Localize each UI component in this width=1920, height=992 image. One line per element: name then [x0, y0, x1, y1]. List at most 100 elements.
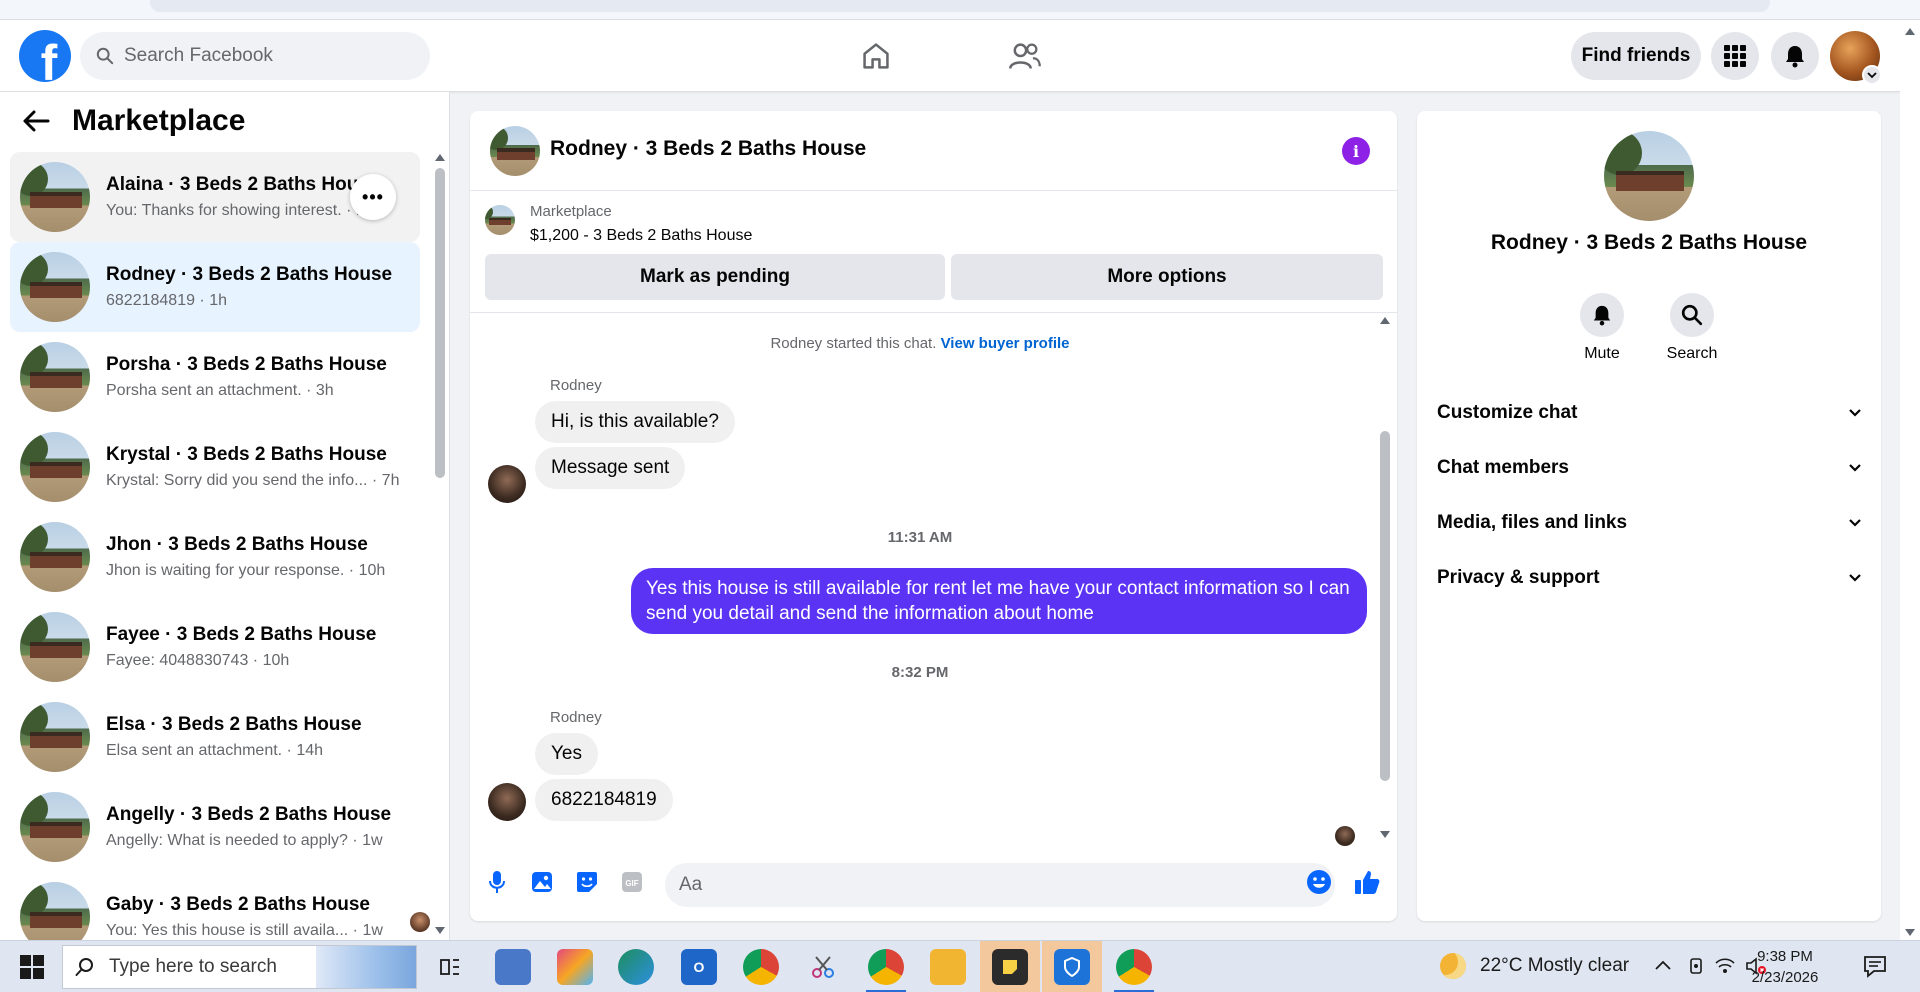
info-icon[interactable]: i — [1342, 137, 1370, 165]
scroll-down-arrow-icon[interactable] — [1380, 831, 1390, 838]
message-input[interactable] — [665, 863, 1335, 907]
listing-price-title[interactable]: $1,200 - 3 Beds 2 Baths House — [530, 227, 752, 245]
conversation-item[interactable]: Krystal · 3 Beds 2 Baths House Krystal: … — [10, 422, 420, 512]
scroll-up-arrow-icon[interactable] — [1380, 317, 1390, 324]
privacy-support-section[interactable]: Privacy & support — [1437, 558, 1861, 598]
listing-thumbnail — [20, 432, 90, 502]
address-bar[interactable] — [150, 0, 1770, 12]
scrollbar-thumb[interactable] — [1380, 431, 1390, 781]
tray-chevron-up-icon[interactable] — [1655, 957, 1671, 975]
taskbar-search[interactable]: Type here to search — [62, 945, 417, 989]
friends-icon[interactable] — [1005, 36, 1045, 76]
snipping-tool-icon[interactable] — [805, 949, 841, 985]
scroll-down-arrow-icon[interactable] — [1905, 929, 1915, 936]
find-friends-button[interactable]: Find friends — [1571, 32, 1701, 80]
conversation-name: Gaby · 3 Beds 2 Baths House — [106, 894, 370, 915]
task-view-icon[interactable] — [432, 949, 468, 985]
conversation-name: Angelly · 3 Beds 2 Baths House — [106, 804, 392, 825]
section-label: Media, files and links — [1437, 512, 1628, 533]
conversation-item[interactable]: Rodney · 3 Beds 2 Baths House 6822184819… — [10, 242, 420, 332]
chat-panel: Rodney · 3 Beds 2 Baths House i Marketpl… — [470, 111, 1397, 921]
gif-icon[interactable]: GIF — [615, 865, 649, 899]
microphone-icon[interactable] — [480, 865, 514, 899]
file-explorer-icon[interactable] — [930, 949, 966, 985]
scroll-down-arrow-icon[interactable] — [435, 927, 445, 934]
mute-button[interactable]: Mute — [1562, 293, 1642, 363]
incoming-message[interactable]: Hi, is this available? — [535, 401, 735, 443]
conversation-name: Fayee · 3 Beds 2 Baths House — [106, 624, 377, 645]
top-bar: f Find friends — [0, 20, 1900, 92]
conversation-name: Jhon · 3 Beds 2 Baths House — [106, 534, 368, 555]
chrome-profile-icon[interactable] — [868, 949, 904, 985]
chat-listing-thumbnail[interactable] — [490, 126, 540, 176]
outlook-app-icon[interactable]: O — [681, 949, 717, 985]
conversation-name: Elsa · 3 Beds 2 Baths House — [106, 714, 362, 735]
copilot-app-icon[interactable] — [557, 949, 593, 985]
conversation-item[interactable]: Jhon · 3 Beds 2 Baths House Jhon is wait… — [10, 512, 420, 602]
conversation-item[interactable]: Elsa · 3 Beds 2 Baths House Elsa sent an… — [10, 692, 420, 782]
conversation-item[interactable]: Fayee · 3 Beds 2 Baths House Fayee: 4048… — [10, 602, 420, 692]
scrollbar-thumb[interactable] — [435, 168, 445, 478]
chat-scrollbar[interactable] — [1378, 313, 1392, 838]
sidebar-scrollbar[interactable] — [434, 154, 446, 934]
emoji-icon[interactable] — [1302, 865, 1336, 899]
search-box[interactable] — [80, 32, 430, 80]
scroll-up-arrow-icon[interactable] — [435, 154, 445, 161]
page-scrollbar[interactable] — [1900, 20, 1920, 940]
chrome-browser-icon[interactable] — [743, 949, 779, 985]
chrome-secondary-icon[interactable] — [1116, 949, 1152, 985]
security-shield-icon[interactable] — [1054, 949, 1090, 985]
media-files-links-section[interactable]: Media, files and links — [1437, 503, 1861, 543]
incoming-message[interactable]: Message sent — [535, 447, 686, 489]
windows-start-icon[interactable] — [20, 955, 44, 979]
sender-name: Rodney — [550, 377, 602, 394]
section-label: Chat members — [1437, 457, 1569, 478]
mark-as-pending-button[interactable]: Mark as pending — [485, 254, 945, 300]
taskbar-clock[interactable]: 9:38 PM 2/23/2026 — [1740, 946, 1830, 988]
section-label: Privacy & support — [1437, 567, 1600, 588]
edge-browser-icon[interactable] — [618, 949, 654, 985]
notification-center-icon[interactable] — [1862, 953, 1888, 979]
conversation-item[interactable]: Porsha · 3 Beds 2 Baths House Porsha sen… — [10, 332, 420, 422]
listing-thumbnail — [20, 702, 90, 772]
search-in-chat-button[interactable]: Search — [1652, 293, 1732, 363]
menu-grid-icon[interactable] — [1711, 32, 1759, 80]
listing-large-thumbnail[interactable] — [1604, 131, 1694, 221]
sender-avatar[interactable] — [488, 783, 526, 821]
conversation-item[interactable]: Alaina · 3 Beds 2 Baths House You: Thank… — [10, 152, 420, 242]
incoming-message[interactable]: 6822184819 — [535, 779, 673, 821]
search-input[interactable] — [124, 45, 404, 67]
view-buyer-profile-link[interactable]: View buyer profile — [941, 335, 1070, 352]
widgets-app-icon[interactable] — [495, 949, 531, 985]
home-icon[interactable] — [856, 36, 896, 76]
meet-now-icon[interactable] — [1688, 957, 1706, 980]
account-chevron-down-icon[interactable] — [1862, 65, 1882, 85]
weather-widget[interactable]: 22°C Mostly clear — [1440, 953, 1629, 979]
conversation-preview: Elsa sent an attachment. · 14h — [106, 742, 324, 759]
search-highlight-art — [316, 946, 416, 988]
more-options-button[interactable]: More options — [951, 254, 1383, 300]
chat-members-section[interactable]: Chat members — [1437, 448, 1861, 488]
sticker-icon[interactable] — [570, 865, 604, 899]
photo-icon[interactable] — [525, 865, 559, 899]
listing-thumbnail — [20, 342, 90, 412]
marketplace-sidebar: Marketplace Alaina · 3 Beds 2 Baths Hous… — [0, 92, 450, 952]
weather-text: 22°C Mostly clear — [1480, 955, 1630, 976]
chevron-down-icon — [1849, 574, 1861, 582]
scroll-up-arrow-icon[interactable] — [1905, 28, 1915, 35]
conversation-preview: Angelly: What is needed to apply? · 1w — [106, 832, 383, 849]
more-options-icon[interactable]: ••• — [350, 174, 396, 220]
message-timestamp: 8:32 PM — [891, 664, 949, 681]
chat-title[interactable]: Rodney · 3 Beds 2 Baths House — [550, 137, 866, 161]
notifications-bell-icon[interactable] — [1771, 32, 1819, 80]
back-arrow-icon[interactable] — [22, 109, 50, 133]
wifi-icon[interactable] — [1715, 957, 1735, 980]
incoming-message[interactable]: Yes — [535, 733, 598, 775]
outgoing-message[interactable]: Yes this house is still available for re… — [631, 568, 1367, 634]
sender-avatar[interactable] — [488, 465, 526, 503]
customize-chat-section[interactable]: Customize chat — [1437, 393, 1861, 433]
conversation-item[interactable]: Angelly · 3 Beds 2 Baths House Angelly: … — [10, 782, 420, 872]
facebook-logo-icon[interactable]: f — [19, 30, 71, 82]
thumbs-up-icon[interactable] — [1350, 865, 1384, 899]
sticky-notes-icon[interactable] — [992, 949, 1028, 985]
